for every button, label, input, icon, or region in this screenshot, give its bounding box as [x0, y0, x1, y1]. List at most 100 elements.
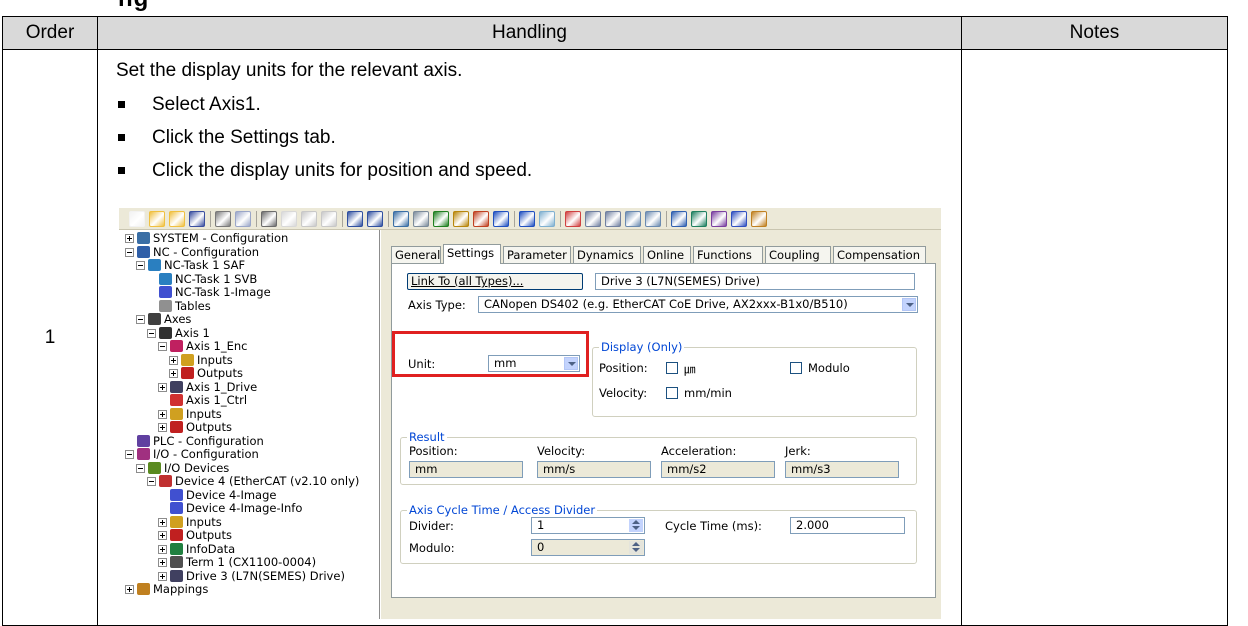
step-item: Click the display units for position and…: [116, 160, 532, 193]
paste-icon[interactable]: [301, 211, 317, 227]
save-icon[interactable]: [189, 211, 205, 227]
terminal-icon: [170, 556, 183, 568]
open-icon[interactable]: [149, 211, 165, 227]
spinner-icon[interactable]: [629, 519, 643, 532]
result-group: Result Position: Velocity: Acceleration:…: [400, 430, 917, 485]
divider-label: Divider:: [409, 519, 454, 533]
monitor-icon[interactable]: [393, 211, 409, 227]
step-list: Select Axis1. Click the Settings tab. Cl…: [116, 94, 532, 193]
tree-item-label: NC-Task 1 SVB: [175, 271, 258, 286]
expand-icon[interactable]: [158, 517, 167, 527]
find-icon[interactable]: [347, 211, 363, 227]
show-online-icon[interactable]: [625, 211, 641, 227]
tree-item-label: SYSTEM - Configuration: [153, 231, 289, 245]
header-handling: Handling: [97, 16, 962, 50]
divider-field[interactable]: 1: [531, 517, 645, 534]
tree-item-label: Device 4-Image: [186, 487, 277, 502]
zoom-in-icon[interactable]: [605, 211, 621, 227]
tree-item-label: Axis 1_Ctrl: [186, 393, 248, 407]
tree-item-label: Axis 1: [175, 325, 210, 340]
tree-item-label: Outputs: [186, 420, 232, 434]
expand-icon[interactable]: [158, 423, 167, 432]
axes-icon: [148, 313, 161, 325]
new-icon[interactable]: [129, 211, 145, 227]
display-group-title: Display (Only): [599, 340, 685, 354]
tab-online[interactable]: Online: [643, 246, 691, 263]
tab-compensation[interactable]: Compensation: [833, 246, 926, 263]
tree-item-label: Outputs: [197, 366, 243, 380]
help-icon[interactable]: [731, 211, 747, 227]
tree-item-label: Term 1 (CX1100-0004): [186, 555, 317, 569]
collapse-icon[interactable]: [136, 261, 145, 270]
tab-parameter[interactable]: Parameter: [503, 246, 571, 263]
io-config-icon: [137, 448, 150, 460]
toggle-free-run-icon[interactable]: [539, 211, 555, 227]
expand-icon[interactable]: [125, 234, 134, 243]
tab-general[interactable]: General: [391, 246, 441, 263]
handling-intro: Set the display units for the relevant a…: [116, 60, 463, 81]
collapse-icon[interactable]: [158, 342, 167, 351]
spinner-icon: [629, 541, 643, 554]
cycle-time-field[interactable]: 2.000: [790, 517, 905, 534]
find-next-icon[interactable]: [367, 211, 383, 227]
mappings-icon: [137, 583, 150, 595]
config-mode-icon[interactable]: [493, 211, 509, 227]
twincat-screenshot: SYSTEM - Configuration NC - Configuration…: [119, 208, 941, 619]
expand-icon[interactable]: [169, 355, 178, 365]
tab-functions[interactable]: Functions: [693, 246, 763, 263]
chevron-down-icon[interactable]: [902, 298, 916, 311]
scan-icon[interactable]: [519, 211, 535, 227]
collapse-icon[interactable]: [136, 463, 145, 473]
axis-type-select[interactable]: CANopen DS402 (e.g. EtherCAT CoE Drive, …: [478, 296, 918, 313]
check-icon[interactable]: [433, 211, 449, 227]
divider-value: 1: [537, 518, 545, 532]
display-velocity-checkbox[interactable]: [666, 387, 678, 399]
cut-icon[interactable]: [261, 211, 277, 227]
expand-icon[interactable]: [158, 409, 167, 419]
activate-config-icon[interactable]: [453, 211, 469, 227]
tree-item-label: Outputs: [186, 528, 232, 542]
toolbar-separator: [388, 211, 389, 227]
display-position-checkbox[interactable]: [666, 362, 678, 374]
cycle-time-label: Cycle Time (ms):: [665, 519, 762, 533]
restart-icon[interactable]: [473, 211, 489, 227]
about-icon[interactable]: [751, 211, 767, 227]
settings-icon[interactable]: [711, 211, 727, 227]
goggles-icon[interactable]: [645, 211, 661, 227]
generate-mappings-icon[interactable]: [413, 211, 429, 227]
expand-icon[interactable]: [158, 571, 167, 581]
plc-config-icon: [137, 434, 150, 447]
display-modulo-checkbox[interactable]: [790, 362, 802, 374]
collapse-icon[interactable]: [147, 328, 156, 338]
tab-dynamics[interactable]: Dynamics: [573, 246, 641, 263]
step-text: Select Axis1.: [152, 94, 261, 115]
paste-special-icon[interactable]: [321, 211, 337, 227]
tree-item-label: Inputs: [186, 514, 222, 529]
collapse-icon[interactable]: [136, 315, 145, 324]
step-text: Click the display units for position and…: [152, 160, 533, 181]
print-preview-icon[interactable]: [235, 211, 251, 227]
open-folder-icon[interactable]: [169, 211, 185, 227]
expand-icon[interactable]: [169, 369, 178, 378]
expand-icon[interactable]: [158, 558, 167, 567]
link-to-button[interactable]: Link To (all Types)...: [407, 273, 583, 290]
axis-icon[interactable]: [671, 211, 687, 227]
tab-settings[interactable]: Settings: [443, 244, 501, 264]
zoom-out-icon[interactable]: [585, 211, 601, 227]
expand-icon[interactable]: [158, 382, 167, 392]
tab-coupling[interactable]: Coupling: [765, 246, 831, 263]
expand-icon[interactable]: [158, 531, 167, 540]
print-icon[interactable]: [215, 211, 231, 227]
collapse-icon[interactable]: [125, 450, 134, 459]
copy-icon[interactable]: [281, 211, 297, 227]
expand-icon[interactable]: [158, 544, 167, 554]
target-icon[interactable]: [565, 211, 581, 227]
result-position-field: mm: [409, 461, 523, 478]
expand-icon[interactable]: [125, 585, 134, 594]
infodata-icon: [170, 542, 183, 555]
drive-icon: [170, 380, 183, 393]
collapse-icon[interactable]: [125, 247, 134, 257]
collapse-icon[interactable]: [147, 477, 156, 486]
axis-online-icon[interactable]: [691, 211, 707, 227]
display-position-option: ㎛: [684, 362, 696, 376]
